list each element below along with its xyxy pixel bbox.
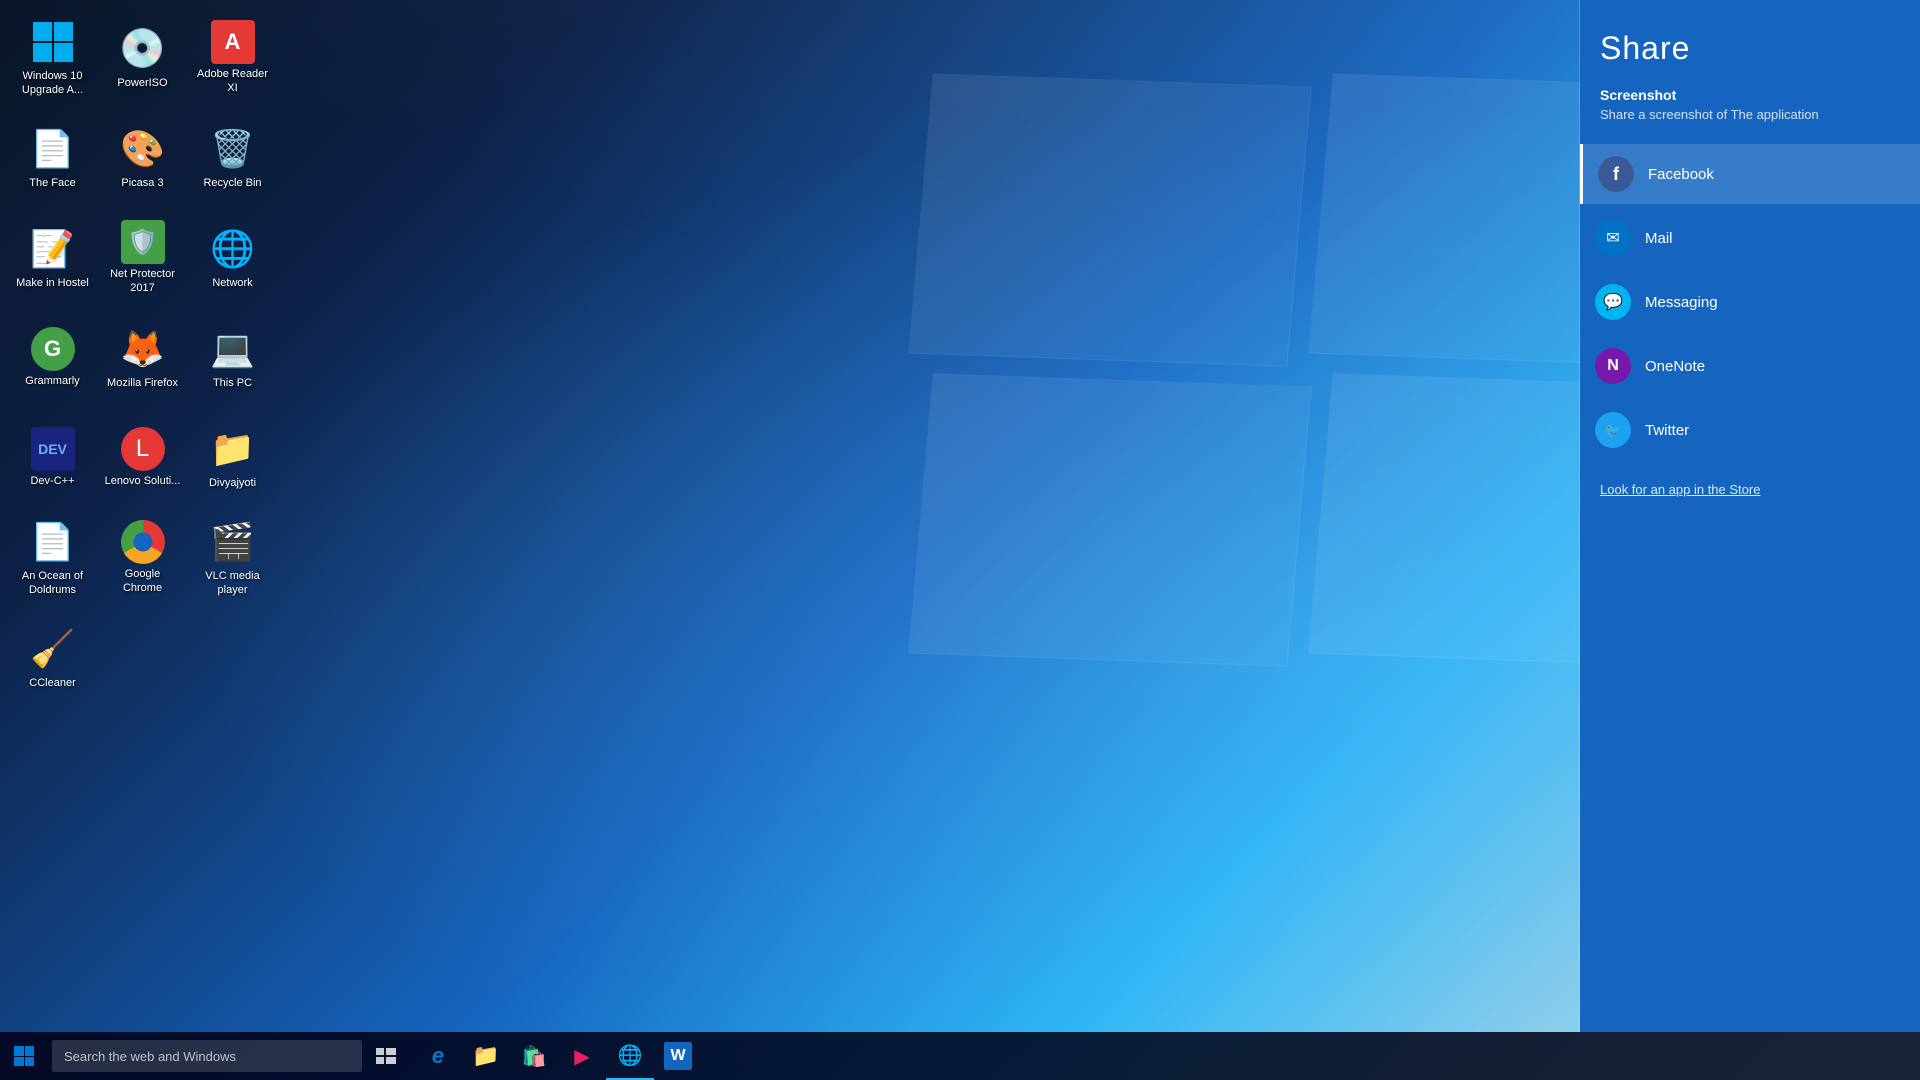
icon-mozilla-firefox[interactable]: 🦊 Mozilla Firefox [100, 310, 185, 405]
icon-grammarly[interactable]: G Grammarly [10, 310, 95, 405]
share-item-messaging[interactable]: 💬 Messaging [1580, 272, 1920, 332]
share-panel: Share Screenshot Share a screenshot of T… [1580, 0, 1920, 1032]
icon-picasa3[interactable]: 🎨 Picasa 3 [100, 110, 185, 205]
icon-network[interactable]: 🌐 Network [190, 210, 275, 305]
start-button[interactable] [0, 1032, 48, 1080]
icon-this-pc[interactable]: 💻 This PC [190, 310, 275, 405]
twitter-icon: 🐦 [1595, 412, 1631, 448]
taskbar-chrome[interactable]: 🌐 [606, 1032, 654, 1080]
icon-poweriso[interactable]: 💿 PowerISO [100, 10, 185, 105]
store-link[interactable]: Look for an app in the Store [1600, 482, 1900, 497]
icon-adobe-reader[interactable]: A Adobe Reader XI [190, 10, 275, 105]
share-panel-title: Share [1600, 30, 1900, 67]
share-item-facebook[interactable]: f Facebook [1580, 144, 1920, 204]
icon-dev-cpp[interactable]: DEV Dev-C++ [10, 410, 95, 505]
icon-recycle-bin[interactable]: 🗑️ Recycle Bin [190, 110, 275, 205]
icon-win10-upgrade[interactable]: Windows 10 Upgrade A... [10, 10, 95, 105]
facebook-icon: f [1598, 156, 1634, 192]
share-description: Share a screenshot of The application [1600, 107, 1900, 122]
icon-make-in-hostel[interactable]: 📝 Make in Hostel [10, 210, 95, 305]
taskbar-store[interactable]: 🛍️ [510, 1032, 558, 1080]
icon-divyajyoti[interactable]: 📁 Divyajyoti [190, 410, 275, 505]
desktop-icons-area: Windows 10 Upgrade A... 💿 PowerISO A Ado… [0, 0, 280, 1080]
search-input[interactable] [52, 1040, 362, 1072]
mail-icon: ✉ [1595, 220, 1631, 256]
taskbar: e 📁 🛍️ ▶ 🌐 W [0, 1032, 1920, 1080]
share-item-onenote[interactable]: N OneNote [1580, 336, 1920, 396]
icon-vlc[interactable]: 🎬 VLC media player [190, 510, 275, 605]
share-item-mail[interactable]: ✉ Mail [1580, 208, 1920, 268]
icon-net-protector[interactable]: 🛡️ Net Protector 2017 [100, 210, 185, 305]
taskbar-edge[interactable]: e [414, 1032, 462, 1080]
task-view-button[interactable] [362, 1032, 410, 1080]
icon-ocean-of-doldrums[interactable]: 📄 An Ocean of Doldrums [10, 510, 95, 605]
taskbar-word[interactable]: W [654, 1032, 702, 1080]
desktop: Windows 10 Upgrade A... 💿 PowerISO A Ado… [0, 0, 1920, 1080]
icon-ccleaner[interactable]: 🧹 CCleaner [10, 610, 95, 705]
icon-lenovo-solution[interactable]: L Lenovo Soluti... [100, 410, 185, 505]
share-subtitle-section: Screenshot Share a screenshot of The app… [1600, 87, 1900, 122]
taskbar-file-explorer[interactable]: 📁 [462, 1032, 510, 1080]
icon-google-chrome[interactable]: Google Chrome [100, 510, 185, 605]
messaging-icon: 💬 [1595, 284, 1631, 320]
share-item-twitter[interactable]: 🐦 Twitter [1580, 400, 1920, 460]
share-screenshot-label: Screenshot [1600, 87, 1900, 103]
taskbar-apps: e 📁 🛍️ ▶ 🌐 W [414, 1032, 702, 1080]
onenote-icon: N [1595, 348, 1631, 384]
taskbar-media-player[interactable]: ▶ [558, 1032, 606, 1080]
icon-the-face[interactable]: 📄 The Face [10, 110, 95, 205]
